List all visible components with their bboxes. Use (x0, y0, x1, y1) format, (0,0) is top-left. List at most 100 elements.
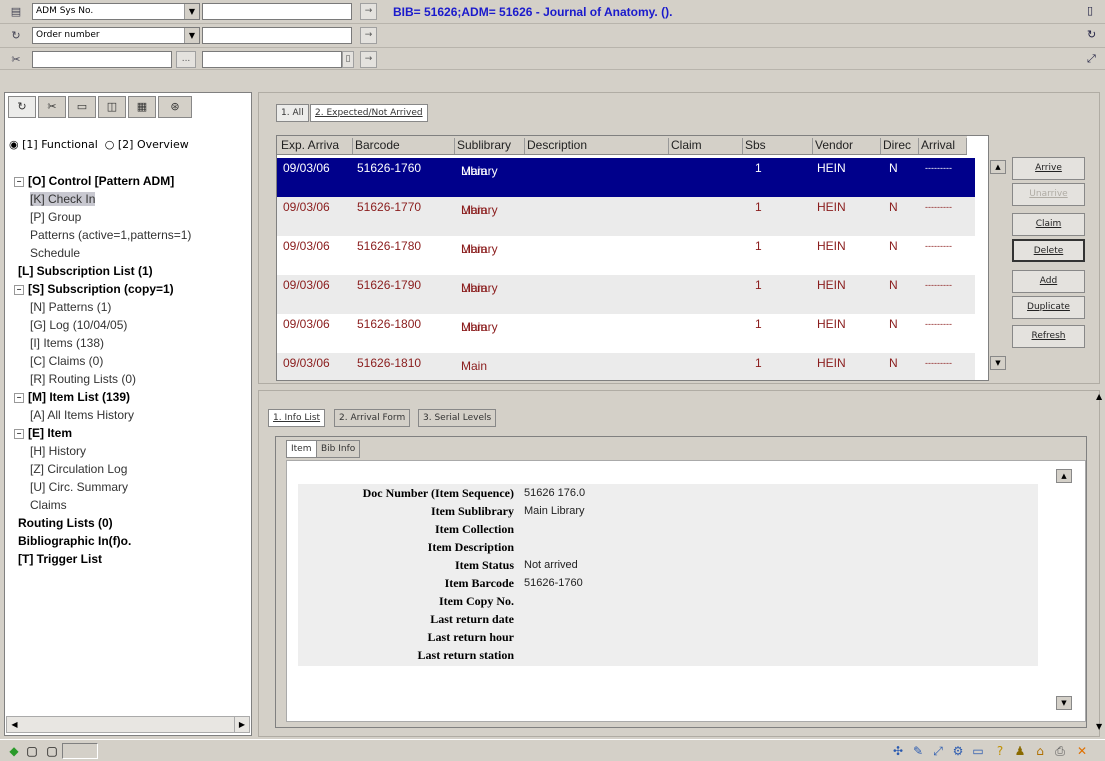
tree-node-routing-lists-top[interactable]: Routing Lists (0) (14, 514, 191, 532)
scroll-left-icon[interactable]: ◀ (7, 717, 22, 732)
tree-node-group[interactable]: [P] Group (14, 208, 191, 226)
table-row[interactable]: 09/03/06 51626-1790 Main Library 1 HEIN N… (277, 275, 975, 314)
refresh-icon[interactable]: ↻ (1087, 28, 1101, 44)
tree-node-control[interactable]: − [O] Control [Pattern ADM] (14, 172, 191, 190)
tree-node-sub-patterns[interactable]: [N] Patterns (1) (14, 298, 191, 316)
scan-input-2[interactable] (202, 51, 342, 68)
tree-node-items[interactable]: [I] Items (138) (14, 334, 191, 352)
left-horizontal-scrollbar[interactable]: ◀ ▶ (6, 716, 250, 733)
close-icon[interactable]: ✕ (1074, 743, 1090, 759)
collapse-icon[interactable]: − (14, 285, 24, 295)
diamond-icon[interactable]: ◆ (6, 743, 22, 759)
window-icon[interactable]: ◫ (98, 96, 126, 118)
collapse-icon[interactable]: − (14, 177, 24, 187)
tree-node-schedule[interactable]: Schedule (14, 244, 191, 262)
scroll-up-icon[interactable]: ▲ (990, 160, 1006, 174)
split-icon[interactable]: ▯ (342, 51, 354, 68)
adm-sys-no-select[interactable]: ADM Sys No. ▼ (32, 3, 200, 20)
help-icon[interactable]: ? (992, 743, 1008, 759)
scroll-down-icon[interactable]: ▼ (990, 356, 1006, 370)
tree-node-trigger-list[interactable]: [T] Trigger List (14, 550, 191, 568)
tree-node-history[interactable]: [H] History (14, 442, 191, 460)
tree-node-log[interactable]: [G] Log (10/04/05) (14, 316, 191, 334)
order-search-input[interactable] (202, 27, 352, 44)
table-row[interactable]: 09/03/06 51626-1770 Main Library 1 HEIN N… (277, 197, 975, 236)
side-panel-icon[interactable]: ▯ (1087, 4, 1101, 20)
browse-button[interactable]: ... (176, 51, 196, 68)
scissors-icon[interactable]: ✂ (8, 53, 24, 67)
tab-info-list[interactable]: 1. Info List (268, 409, 326, 427)
col-direction[interactable]: Direc (881, 138, 919, 154)
splitter-up-icon[interactable]: ▲ (1096, 392, 1105, 404)
link-icon[interactable]: ⤢ (930, 743, 946, 759)
tree-node-check-in[interactable]: [K] Check In (14, 190, 191, 208)
tree-node-claims[interactable]: [C] Claims (0) (14, 352, 191, 370)
table-row[interactable]: 09/03/06 51626-1780 Main Library 1 HEIN N… (277, 236, 975, 275)
go-arrow-icon[interactable]: → (360, 3, 377, 20)
refresh-icon[interactable]: ↻ (8, 29, 24, 43)
tab-all[interactable]: 1. All (276, 104, 309, 122)
collapse-icon[interactable]: − (14, 429, 24, 439)
subtab-item[interactable]: Item (286, 440, 317, 458)
scan-input[interactable] (32, 51, 172, 68)
unarrive-button[interactable]: Unarrive (1012, 183, 1085, 206)
radio-overview[interactable]: ○ [2] Overview (105, 138, 189, 151)
tab-arrival-form[interactable]: 2. Arrival Form (334, 409, 411, 427)
tree-node-subscription-list[interactable]: [L] Subscription List (1) (14, 262, 191, 280)
clipboard-icon[interactable]: ▭ (68, 96, 96, 118)
adm-search-input[interactable] (202, 3, 352, 20)
tree-node-routing-lists[interactable]: [R] Routing Lists (0) (14, 370, 191, 388)
scissors-icon[interactable]: ✂ (38, 96, 66, 118)
tree-node-circ-summary[interactable]: [U] Circ. Summary (14, 478, 191, 496)
duplicate-button[interactable]: Duplicate (1012, 296, 1085, 319)
chevron-down-icon[interactable]: ▼ (184, 28, 199, 43)
splitter-down-icon[interactable]: ▼ (1096, 722, 1105, 734)
edit-icon[interactable]: ✎ (910, 743, 926, 759)
table-row[interactable]: 09/03/06 51626-1760 Main Library 1 HEIN N… (277, 158, 975, 197)
col-exp-arrival[interactable]: Exp. Arriva (279, 138, 353, 154)
tree-node-item-claims[interactable]: Claims (14, 496, 191, 514)
tree-node-item-list[interactable]: − [M] Item List (139) (14, 388, 191, 406)
table-row[interactable]: 09/03/06 51626-1800 Main Library 1 HEIN N… (277, 314, 975, 353)
arrive-button[interactable]: Arrive (1012, 157, 1085, 180)
doc-icon[interactable]: ▢ (24, 743, 40, 759)
delete-button[interactable]: Delete (1012, 239, 1085, 262)
doc-icon[interactable]: ▢ (44, 743, 60, 759)
user-icon[interactable]: ♟ (1012, 743, 1028, 759)
tree-node-subscription[interactable]: − [S] Subscription (copy=1) (14, 280, 191, 298)
add-button[interactable]: Add (1012, 270, 1085, 293)
col-arrival[interactable]: Arrival (919, 138, 967, 154)
tree-node-all-items-history[interactable]: [A] All Items History (14, 406, 191, 424)
col-description[interactable]: Description (525, 138, 669, 154)
radio-functional[interactable]: ◉ [1] Functional (9, 138, 98, 151)
link-icon[interactable]: ⤢ (1087, 52, 1101, 68)
go-arrow-icon[interactable]: → (360, 51, 377, 68)
tree-node-circulation-log[interactable]: [Z] Circulation Log (14, 460, 191, 478)
print-icon[interactable]: ⎙ (1052, 743, 1068, 759)
tree-node-patterns[interactable]: Patterns (active=1,patterns=1) (14, 226, 191, 244)
grid-icon[interactable]: ▦ (128, 96, 156, 118)
subtab-bib-info[interactable]: Bib Info (316, 440, 361, 458)
window-icon[interactable]: ▭ (970, 743, 986, 759)
tree-node-item[interactable]: − [E] Item (14, 424, 191, 442)
binoculars-icon[interactable]: ⊛ (158, 96, 192, 118)
chevron-down-icon[interactable]: ▼ (184, 4, 199, 19)
settings-icon[interactable]: ⚙ (950, 743, 966, 759)
list-icon[interactable]: ▤ (8, 5, 24, 19)
refresh-button[interactable]: Refresh (1012, 325, 1085, 348)
table-vertical-scrollbar[interactable]: ▲ ▼ (990, 160, 1007, 370)
tree-node-bib-info[interactable]: Bibliographic In(f)o. (14, 532, 191, 550)
col-vendor[interactable]: Vendor (813, 138, 881, 154)
col-sublibrary[interactable]: Sublibrary (455, 138, 525, 154)
table-row[interactable]: 09/03/06 51626-1810 Main 1 HEIN N ------… (277, 353, 975, 380)
col-barcode[interactable]: Barcode (353, 138, 455, 154)
scroll-up-icon[interactable]: ▲ (1056, 469, 1072, 483)
tab-expected-not-arrived[interactable]: 2. Expected/Not Arrived (310, 104, 428, 122)
claim-button[interactable]: Claim (1012, 213, 1085, 236)
refresh-icon[interactable]: ↻ (8, 96, 36, 118)
collapse-icon[interactable]: − (14, 393, 24, 403)
scroll-down-icon[interactable]: ▼ (1056, 696, 1072, 710)
home-icon[interactable]: ⌂ (1032, 743, 1048, 759)
col-sbs[interactable]: Sbs (743, 138, 813, 154)
scroll-right-icon[interactable]: ▶ (234, 717, 249, 732)
